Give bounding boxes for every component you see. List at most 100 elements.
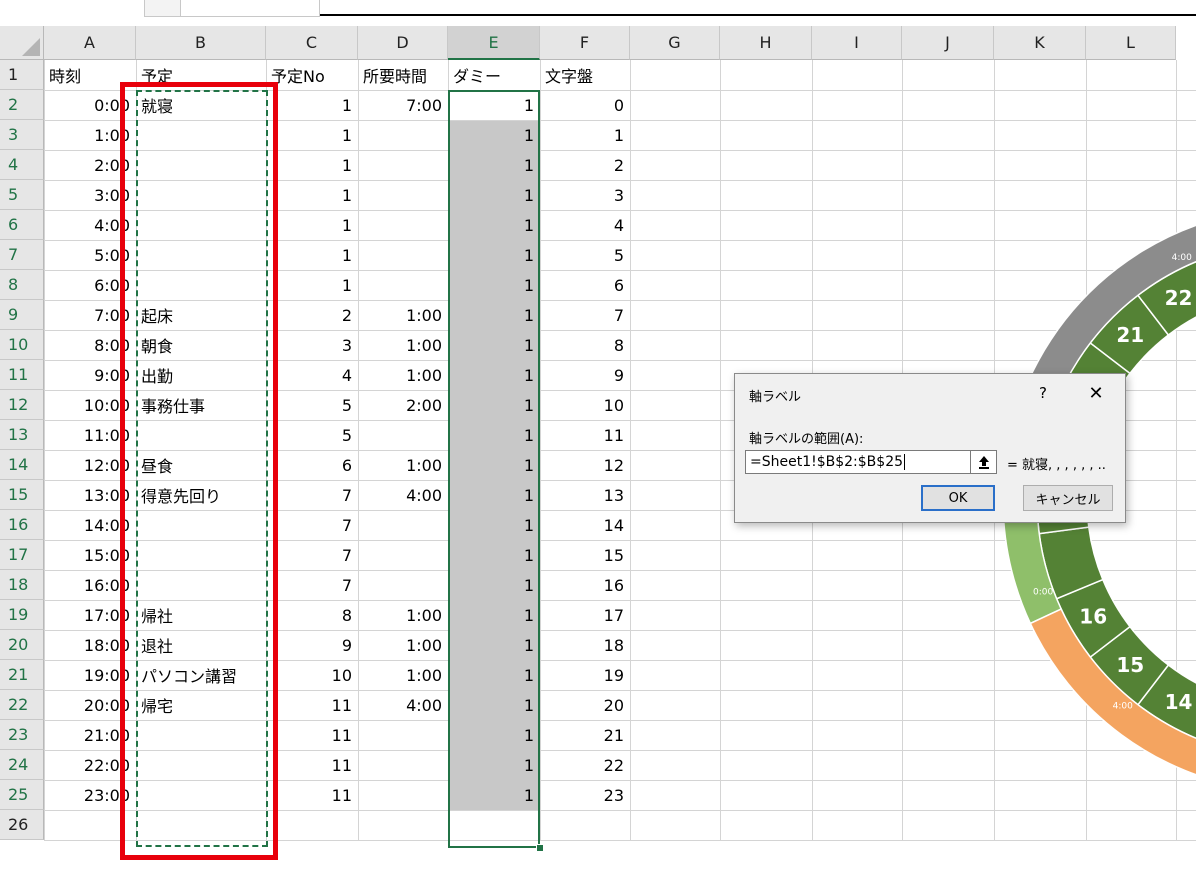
column-header-g[interactable]: G xyxy=(630,26,720,60)
column-header-h[interactable]: H xyxy=(720,26,812,60)
row-header[interactable]: 19 xyxy=(0,600,44,630)
cell-c[interactable]: 1 xyxy=(266,240,358,270)
row-header[interactable]: 13 xyxy=(0,420,44,450)
select-all-corner[interactable] xyxy=(0,26,44,60)
cell-d[interactable] xyxy=(358,510,448,540)
cell-f[interactable]: 22 xyxy=(540,750,630,780)
cell-c[interactable]: 1 xyxy=(266,150,358,180)
row-header[interactable]: 25 xyxy=(0,780,44,810)
row-header[interactable]: 9 xyxy=(0,300,44,330)
row-header[interactable]: 20 xyxy=(0,630,44,660)
close-icon[interactable]: ✕ xyxy=(1085,382,1107,404)
column-header-b[interactable]: B xyxy=(136,26,266,60)
cell-f[interactable]: 1 xyxy=(540,120,630,150)
spreadsheet[interactable]: ABCDEFGHIJKL 1 2 3 4 5 6 7 8 9 10 11 12 13 14 15 16 17 18… xyxy=(0,0,1196,885)
cell-f[interactable]: 2 xyxy=(540,150,630,180)
collapse-dialog-button[interactable] xyxy=(971,450,997,474)
help-button[interactable]: ? xyxy=(1033,382,1053,404)
cell-d[interactable] xyxy=(358,180,448,210)
cell-f[interactable]: 13 xyxy=(540,480,630,510)
cell-c[interactable]: 1 xyxy=(266,120,358,150)
cell-f[interactable]: 3 xyxy=(540,180,630,210)
row-header[interactable]: 10 xyxy=(0,330,44,360)
cell-d[interactable] xyxy=(358,570,448,600)
fill-handle[interactable] xyxy=(536,844,544,852)
row-header[interactable]: 22 xyxy=(0,690,44,720)
cell-f[interactable]: 14 xyxy=(540,510,630,540)
cell-d[interactable] xyxy=(358,240,448,270)
column-e-selection[interactable] xyxy=(448,90,540,848)
cell-d[interactable]: 1:00 xyxy=(358,330,448,360)
cell-c[interactable]: 7 xyxy=(266,570,358,600)
cell-c[interactable]: 2 xyxy=(266,300,358,330)
cell-f[interactable]: 18 xyxy=(540,630,630,660)
cell-c[interactable]: 9 xyxy=(266,630,358,660)
cell-c[interactable]: 7 xyxy=(266,510,358,540)
header-cell-d[interactable]: 所要時間 xyxy=(358,60,427,90)
row-header[interactable]: 7 xyxy=(0,240,44,270)
cell-f[interactable]: 17 xyxy=(540,600,630,630)
row-header[interactable]: 1 xyxy=(0,60,44,90)
cell-d[interactable] xyxy=(358,750,448,780)
cell-c[interactable]: 8 xyxy=(266,600,358,630)
row-header[interactable]: 12 xyxy=(0,390,44,420)
column-header-j[interactable]: J xyxy=(902,26,994,60)
cell-d[interactable]: 2:00 xyxy=(358,390,448,420)
row-header[interactable]: 4 xyxy=(0,150,44,180)
row-header[interactable]: 11 xyxy=(0,360,44,390)
cell-f[interactable]: 20 xyxy=(540,690,630,720)
row-header[interactable]: 3 xyxy=(0,120,44,150)
cell-c[interactable]: 7 xyxy=(266,540,358,570)
column-header-k[interactable]: K xyxy=(994,26,1086,60)
column-header-l[interactable]: L xyxy=(1086,26,1176,60)
cell-d[interactable] xyxy=(358,720,448,750)
cell-c[interactable]: 4 xyxy=(266,360,358,390)
cancel-button[interactable]: キャンセル xyxy=(1023,485,1113,511)
column-header-a[interactable]: A xyxy=(44,26,136,60)
column-header-d[interactable]: D xyxy=(358,26,448,60)
cell-d[interactable]: 4:00 xyxy=(358,690,448,720)
cell-f[interactable]: 12 xyxy=(540,450,630,480)
row-header[interactable]: 23 xyxy=(0,720,44,750)
cell-f[interactable]: 15 xyxy=(540,540,630,570)
cell-f[interactable]: 21 xyxy=(540,720,630,750)
cell-f[interactable]: 0 xyxy=(540,90,630,120)
cell-d[interactable] xyxy=(358,210,448,240)
column-header-f[interactable]: F xyxy=(540,26,630,60)
row-header[interactable]: 18 xyxy=(0,570,44,600)
range-input[interactable]: =Sheet1!$B$2:$B$25 xyxy=(745,450,971,474)
cell-d[interactable]: 1:00 xyxy=(358,450,448,480)
cell-c[interactable]: 7 xyxy=(266,480,358,510)
cell-f[interactable]: 4 xyxy=(540,210,630,240)
cell-d[interactable] xyxy=(358,120,448,150)
row-header[interactable]: 6 xyxy=(0,210,44,240)
column-header-i[interactable]: I xyxy=(812,26,902,60)
cell-f[interactable]: 7 xyxy=(540,300,630,330)
cell-c[interactable]: 1 xyxy=(266,210,358,240)
cell-c[interactable]: 11 xyxy=(266,750,358,780)
cell-d[interactable]: 7:00 xyxy=(358,90,448,120)
ok-button[interactable]: OK xyxy=(921,485,995,511)
cell-c[interactable]: 10 xyxy=(266,660,358,690)
row-header[interactable]: 8 xyxy=(0,270,44,300)
cell-d[interactable] xyxy=(358,540,448,570)
row-header[interactable]: 17 xyxy=(0,540,44,570)
header-cell-e[interactable]: ダミー xyxy=(448,60,501,90)
cell-f[interactable]: 8 xyxy=(540,330,630,360)
cell-d[interactable]: 1:00 xyxy=(358,630,448,660)
axis-label-dialog[interactable]: 軸ラベル ? ✕ 軸ラベルの範囲(A): =Sheet1!$B$2:$B$25 … xyxy=(734,373,1126,523)
cell-c[interactable]: 1 xyxy=(266,180,358,210)
cell-d[interactable]: 1:00 xyxy=(358,360,448,390)
row-header[interactable]: 2 xyxy=(0,90,44,120)
header-cell-a[interactable]: 時刻 xyxy=(44,60,81,90)
cell-d[interactable]: 4:00 xyxy=(358,480,448,510)
row-header[interactable]: 21 xyxy=(0,660,44,690)
cell-c[interactable]: 5 xyxy=(266,390,358,420)
cell-c[interactable]: 11 xyxy=(266,780,358,810)
cell-d[interactable]: 1:00 xyxy=(358,600,448,630)
cell-f[interactable]: 11 xyxy=(540,420,630,450)
cell-f[interactable]: 5 xyxy=(540,240,630,270)
column-header-c[interactable]: C xyxy=(266,26,358,60)
cell-d[interactable] xyxy=(358,270,448,300)
cell-f[interactable]: 23 xyxy=(540,780,630,810)
